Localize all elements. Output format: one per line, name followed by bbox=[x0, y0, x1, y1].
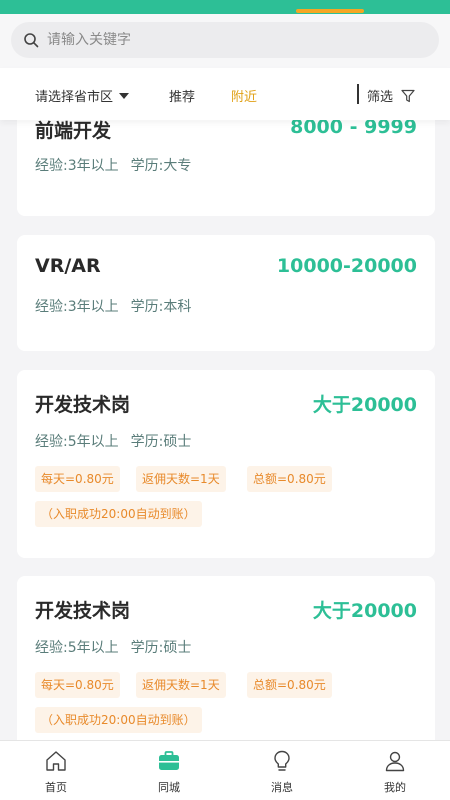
job-meta: 经验:5年以上 学历:硕士 bbox=[35, 431, 191, 451]
commission-note-tag: （入职成功20:00自动到账） bbox=[35, 501, 202, 527]
job-title: 前端开发 bbox=[35, 120, 112, 142]
job-list: 前端开发 8000 - 9999 经验:3年以上 学历:大专 VR/AR 1000… bbox=[0, 120, 450, 740]
job-card[interactable]: VR/AR 10000-20000 经验:3年以上 学历:本科 bbox=[17, 235, 435, 351]
funnel-icon bbox=[401, 89, 415, 102]
commission-days-tag: 返佣天数=1天 bbox=[136, 466, 226, 492]
status-bar bbox=[0, 0, 450, 14]
job-experience: 经验:5年以上 bbox=[35, 640, 119, 656]
region-select[interactable]: 请选择省市区 bbox=[35, 86, 130, 105]
job-card[interactable]: 开发技术岗 大于20000 经验:5年以上 学历:硕士 每天=0.80元 返佣天数… bbox=[17, 370, 435, 558]
job-education: 学历:硕士 bbox=[130, 640, 192, 656]
tabbar-item-local[interactable]: 同城 bbox=[129, 741, 209, 800]
commission-daily-tag: 每天=0.80元 bbox=[35, 672, 120, 698]
region-select-label: 请选择省市区 bbox=[35, 90, 114, 105]
tab-recommend[interactable]: 推荐 bbox=[169, 86, 195, 105]
bottom-tab-bar: 首页 同城 消息 我的 bbox=[0, 740, 450, 800]
person-icon bbox=[385, 751, 405, 772]
tab-nearby[interactable]: 附近 bbox=[231, 86, 257, 105]
search-input[interactable] bbox=[47, 32, 407, 48]
caret-down-icon bbox=[119, 92, 130, 99]
tabbar-item-home[interactable]: 首页 bbox=[16, 741, 96, 800]
job-education: 学历:硕士 bbox=[130, 434, 192, 450]
job-salary: 大于20000 bbox=[312, 600, 417, 622]
job-title: 开发技术岗 bbox=[35, 394, 131, 416]
commission-total-tag: 总额=0.80元 bbox=[247, 466, 332, 492]
job-meta: 经验:3年以上 学历:大专 bbox=[35, 155, 191, 175]
job-education: 学历:大专 bbox=[130, 158, 192, 174]
job-meta: 经验:3年以上 学历:本科 bbox=[35, 296, 191, 316]
filter-button[interactable]: 筛选 bbox=[367, 86, 415, 105]
commission-days-tag: 返佣天数=1天 bbox=[136, 672, 226, 698]
filter-bar: 请选择省市区 推荐 附近 筛选 bbox=[0, 68, 450, 120]
filter-divider bbox=[357, 84, 359, 104]
search-area bbox=[0, 14, 450, 68]
home-icon bbox=[46, 751, 66, 771]
top-tab-indicator bbox=[296, 9, 364, 13]
commission-daily-tag: 每天=0.80元 bbox=[35, 466, 120, 492]
job-card[interactable]: 前端开发 8000 - 9999 经验:3年以上 学历:大专 bbox=[17, 120, 435, 216]
filter-button-label: 筛选 bbox=[367, 90, 394, 105]
tabbar-item-profile[interactable]: 我的 bbox=[355, 741, 435, 800]
job-title: VR/AR bbox=[35, 255, 101, 277]
tabbar-label: 同城 bbox=[158, 781, 180, 794]
search-box[interactable] bbox=[11, 22, 439, 58]
job-education: 学历:本科 bbox=[130, 299, 192, 315]
search-icon bbox=[24, 33, 39, 48]
job-card[interactable]: 开发技术岗 大于20000 经验:5年以上 学历:硕士 每天=0.80元 返佣天数… bbox=[17, 576, 435, 740]
tabbar-item-messages[interactable]: 消息 bbox=[242, 741, 322, 800]
job-experience: 经验:5年以上 bbox=[35, 434, 119, 450]
job-salary: 10000-20000 bbox=[276, 255, 417, 277]
tabbar-label: 我的 bbox=[384, 781, 406, 794]
lightbulb-icon bbox=[274, 750, 290, 771]
briefcase-icon bbox=[159, 751, 179, 770]
commission-note-tag: （入职成功20:00自动到账） bbox=[35, 707, 202, 733]
tabbar-label: 首页 bbox=[45, 781, 67, 794]
job-meta: 经验:5年以上 学历:硕士 bbox=[35, 637, 191, 657]
job-experience: 经验:3年以上 bbox=[35, 158, 119, 174]
commission-total-tag: 总额=0.80元 bbox=[247, 672, 332, 698]
tabbar-label: 消息 bbox=[271, 781, 293, 794]
job-salary: 大于20000 bbox=[312, 394, 417, 416]
job-salary: 8000 - 9999 bbox=[290, 120, 417, 138]
job-experience: 经验:3年以上 bbox=[35, 299, 119, 315]
job-title: 开发技术岗 bbox=[35, 600, 131, 622]
